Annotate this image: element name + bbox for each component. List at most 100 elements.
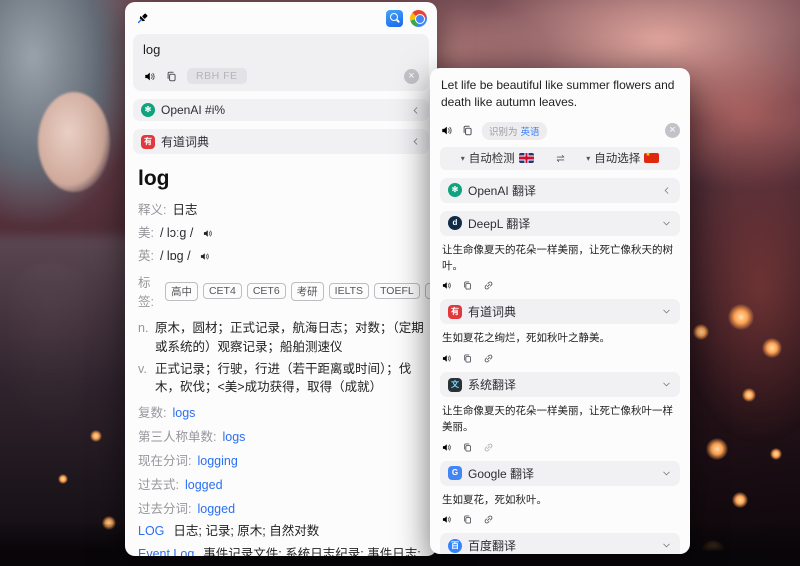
dictionary-result: log 释义:日志 美:/ lɔːg / 英:/ lɒg / 标签: 高中 CE… (133, 154, 429, 556)
target-language-label: 自动选择 (594, 150, 640, 166)
copy-icon[interactable] (462, 353, 473, 364)
word-form-link[interactable]: logged (185, 478, 223, 492)
word-form-link[interactable]: logs (222, 430, 245, 444)
target-language-select[interactable]: ▾ 自动选择 (566, 150, 681, 166)
us-label: 美: (138, 226, 154, 240)
youdao-icon: 有 (141, 135, 155, 149)
chevron-down-icon[interactable] (661, 540, 672, 551)
youdao-icon: 有 (448, 305, 462, 319)
speaker-icon[interactable] (199, 251, 210, 262)
link-icon[interactable] (483, 442, 494, 453)
service-name: 系统翻译 (468, 376, 655, 393)
chevron-down-icon: ▾ (586, 154, 590, 163)
uk-flag-icon (519, 153, 534, 163)
chevron-left-icon[interactable] (661, 185, 672, 196)
swap-languages-icon[interactable] (555, 153, 566, 164)
exam-tag: 高中 (165, 282, 198, 301)
source-language-select[interactable]: ▾ 自动检测 (440, 150, 555, 166)
service-header-openai[interactable]: ✻ OpenAI #i% (133, 99, 429, 121)
word-form: 过去式:logged (138, 474, 424, 493)
speaker-icon[interactable] (143, 70, 156, 83)
link-icon[interactable] (483, 353, 494, 364)
service-header-deepl[interactable]: d DeepL 翻译 (440, 211, 680, 236)
chevron-down-icon[interactable] (661, 306, 672, 317)
service-name: Google 翻译 (468, 465, 655, 482)
query-input[interactable]: log (143, 42, 419, 57)
speaker-icon[interactable] (441, 353, 452, 364)
titlebar (133, 7, 429, 29)
easydict-app-icon[interactable] (386, 10, 403, 27)
word-form: 复数:logs (138, 402, 424, 421)
phrase-definition: 日志; 记录; 原木; 自然对数 (173, 522, 424, 540)
chevron-down-icon[interactable] (661, 379, 672, 390)
pos-label: v. (138, 360, 155, 398)
word-form-link[interactable]: logs (172, 406, 195, 420)
service-name: 有道词典 (161, 133, 404, 150)
definition-noun: n. 原木，圆材；正式记录，航海日志；对数；（定期或系统的）观察记录；船舶测速仪 (138, 319, 424, 357)
tags-label: 标签: (138, 272, 154, 310)
chevron-down-icon[interactable] (661, 468, 672, 479)
copy-icon[interactable] (462, 442, 473, 453)
word-form-link[interactable]: logged (197, 502, 235, 516)
clear-icon[interactable]: × (404, 69, 419, 84)
link-icon[interactable] (483, 280, 494, 291)
speaker-icon[interactable] (441, 514, 452, 525)
definition-text: 原木，圆材；正式记录，航海日志；对数；（定期或系统的）观察记录；船舶测速仪 (155, 319, 424, 357)
phrase-row: LOG 日志; 记录; 原木; 自然对数 (138, 522, 424, 540)
wallpaper-figure-body (0, 235, 145, 566)
speaker-icon[interactable] (440, 124, 453, 137)
copy-icon[interactable] (165, 70, 178, 83)
exam-tag: CET4 (203, 283, 242, 299)
copy-icon[interactable] (462, 280, 473, 291)
headword: log (138, 167, 424, 191)
word-form: 过去分词:logged (138, 498, 424, 517)
translation-result: 让生命像夏天的花朵一样美丽，让死亡像秋叶一样美丽。 (442, 404, 678, 436)
exam-tag: 考研 (291, 282, 324, 301)
speaker-icon[interactable] (202, 228, 213, 239)
phrase-link[interactable]: LOG (138, 522, 164, 540)
query-card: log RBH FE × (133, 34, 429, 91)
baidu-translate-icon: 百 (448, 539, 462, 553)
uk-phonetic: / lɒg / (160, 249, 191, 263)
exam-tag: TOEFL (374, 283, 420, 299)
openai-icon: ✻ (141, 103, 155, 117)
system-translate-icon: 文 (448, 378, 462, 392)
service-header-system[interactable]: 文 系统翻译 (440, 372, 680, 397)
chevron-down-icon[interactable] (661, 218, 672, 229)
pin-icon[interactable] (135, 11, 150, 26)
service-header-youdao[interactable]: 有 有道词典 (440, 299, 680, 324)
service-header-youdao[interactable]: 有 有道词典 (133, 129, 429, 154)
word-form-link[interactable]: logging (197, 454, 237, 468)
exam-tag: IELTS (329, 283, 369, 299)
speaker-icon[interactable] (441, 280, 452, 291)
phrase-link[interactable]: Event Log (138, 545, 194, 556)
desktop: log RBH FE × ✻ OpenAI #i% 有 有道词典 log 释义:… (0, 0, 800, 566)
speaker-icon[interactable] (441, 442, 452, 453)
service-header-google[interactable]: G Google 翻译 (440, 461, 680, 486)
chrome-app-icon[interactable] (410, 10, 427, 27)
chevron-left-icon[interactable] (410, 136, 421, 147)
chevron-left-icon[interactable] (410, 105, 421, 116)
query-badge: RBH FE (187, 68, 247, 84)
service-header-openai[interactable]: ✻ OpenAI 翻译 (440, 178, 680, 203)
service-name: 有道词典 (468, 303, 655, 320)
service-name: OpenAI 翻译 (468, 182, 655, 199)
detected-language-badge: 识别为英语 (482, 122, 547, 140)
translation-result: 生如夏花之绚烂，死如秋叶之静美。 (442, 331, 678, 347)
translation-window: Let life be beautiful like summer flower… (430, 68, 690, 554)
uk-label: 英: (138, 249, 154, 263)
source-text[interactable]: Let life be beautiful like summer flower… (440, 76, 680, 113)
clear-icon[interactable]: × (665, 123, 680, 138)
china-flag-icon (644, 153, 659, 163)
copy-icon[interactable] (461, 124, 474, 137)
exam-tag: CET6 (247, 283, 286, 299)
service-header-baidu[interactable]: 百 百度翻译 (440, 533, 680, 554)
translation-result: 让生命像夏天的花朵一样美丽，让死亡像秋天的树叶。 (442, 243, 678, 275)
pos-label: n. (138, 319, 155, 357)
meaning-value: 日志 (172, 203, 197, 217)
definition-text: 正式记录；行驶，行进（若干距离或时间）；伐木，砍伐；<美>成功获得，取得（成就） (155, 360, 424, 398)
word-form: 第三人称单数:logs (138, 426, 424, 445)
copy-icon[interactable] (462, 514, 473, 525)
source-language-label: 自动检测 (469, 150, 515, 166)
link-icon[interactable] (483, 514, 494, 525)
